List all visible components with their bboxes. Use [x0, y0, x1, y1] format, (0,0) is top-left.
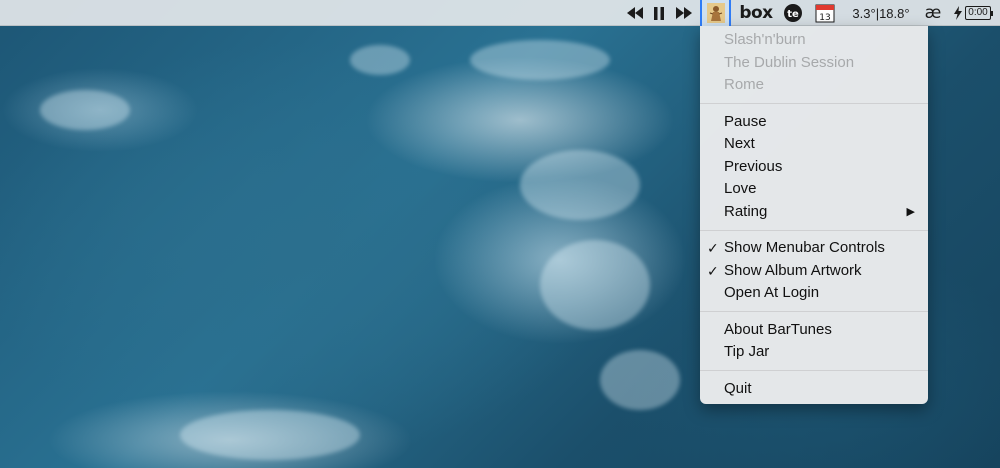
menu-separator [700, 229, 928, 231]
menu-item-previous[interactable]: Previous [700, 156, 928, 179]
te-logo-icon: te [784, 4, 802, 22]
menu-item-show-album-artwork[interactable]: ✓ Show Album Artwork [700, 260, 928, 283]
menu-item-track: Slash'n'burn [724, 31, 806, 48]
menu-item-label: About BarTunes [724, 320, 832, 338]
calendar-day: 13 [819, 13, 830, 23]
weather-temperature[interactable]: 3.3°|18.8° [844, 0, 918, 26]
wave-foam [600, 350, 680, 410]
submenu-arrow-icon: ▶ [906, 205, 915, 218]
battery-status[interactable]: 0:00 [950, 0, 996, 26]
menu-item-label: Love [724, 180, 757, 197]
menu-item-about[interactable]: About BarTunes [700, 319, 928, 342]
te-menu-icon[interactable]: te [781, 0, 805, 26]
menu-item-pause[interactable]: Pause [700, 111, 928, 134]
forward-icon [676, 7, 692, 19]
menu-item-label: Quit [724, 379, 752, 397]
menu-item-album: The Dublin Session [724, 53, 855, 71]
menu-separator [700, 311, 928, 312]
menu-item-tip-jar[interactable]: Tip Jar [700, 341, 928, 364]
checkmark-icon: ✓ [707, 240, 719, 256]
wave-foam [520, 150, 640, 220]
menu-separator [700, 103, 928, 104]
wave-foam [470, 40, 610, 80]
battery-tip [990, 10, 993, 16]
pause-icon [654, 6, 664, 20]
calendar-icon: 13 [815, 4, 835, 23]
charging-bolt-icon [954, 6, 963, 20]
wave-foam [180, 410, 360, 460]
wave-foam [540, 240, 650, 330]
menu-item-label: Previous [724, 157, 783, 175]
menu-item-label: Show Menubar Controls [724, 239, 885, 256]
menu-item-rating[interactable]: Rating ▶ [700, 201, 928, 224]
ae-menu-icon[interactable]: æ [921, 0, 945, 26]
menu-item-label: Open At Login [724, 284, 820, 301]
calendar-menu-icon[interactable]: 13 [813, 0, 837, 26]
menu-item-label: Next [724, 135, 755, 152]
album-artwork-icon [706, 3, 725, 23]
next-track-button[interactable] [673, 0, 695, 26]
pause-button[interactable] [650, 0, 668, 26]
checkmark-icon: ✓ [707, 262, 719, 279]
backward-icon [627, 7, 643, 19]
menu-item-label: Rating [724, 202, 768, 220]
box-menu-icon[interactable]: box [739, 0, 773, 26]
wave-foam [350, 45, 410, 75]
battery-time: 0:00 [965, 6, 991, 20]
menu-bar: box te 13 3.3°|18.8° æ 0:00 [0, 0, 1000, 26]
te-logo-text: te [787, 9, 799, 20]
menu-item-label: Show Album Artwork [724, 261, 862, 279]
bartunes-dropdown-menu: Slash'n'burn The Dublin Session Rome Pau… [700, 26, 928, 404]
menu-item-next[interactable]: Next [700, 133, 928, 156]
menu-item-label: Pause [724, 112, 767, 130]
menu-item-artist: Rome [724, 76, 765, 93]
menu-item-label: Tip Jar [724, 343, 770, 360]
bartunes-menu-button[interactable] [700, 0, 731, 26]
menu-item-show-menubar-controls[interactable]: ✓ Show Menubar Controls [700, 237, 928, 260]
wave-foam [40, 90, 130, 130]
menu-item-love[interactable]: Love [700, 178, 928, 201]
menu-separator [700, 370, 928, 371]
menu-item-open-at-login[interactable]: Open At Login [700, 282, 928, 305]
menu-item-quit[interactable]: Quit [700, 378, 928, 401]
previous-track-button[interactable] [624, 0, 646, 26]
